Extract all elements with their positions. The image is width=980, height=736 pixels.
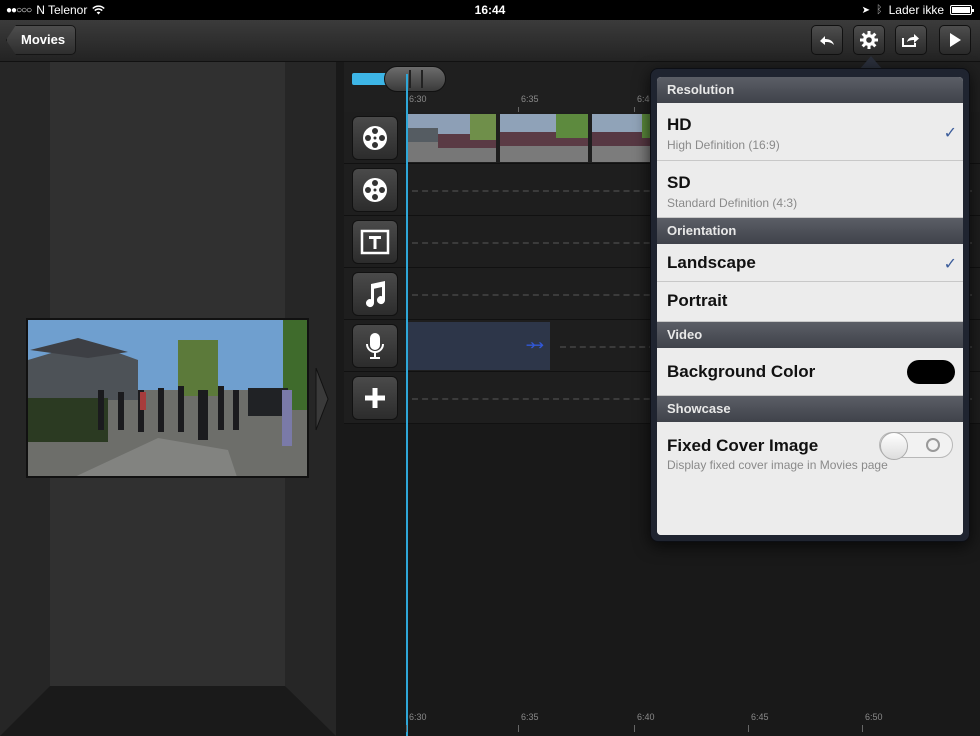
title-text-icon [360,229,390,255]
clip-thumbnail [408,114,496,162]
charging-status: Lader ikke [888,3,944,17]
option-hd[interactable]: HD High Definition (16:9) ✓ [657,103,963,161]
option-hd-title: HD [667,115,692,134]
ruler-label: 6:30 [409,712,427,722]
toolbar: Movies [0,20,980,62]
ruler-label: 6:40 [637,712,655,722]
settings-list: Resolution HD High Definition (16:9) ✓ S… [657,77,963,535]
plus-icon [365,388,385,408]
fixed-cover-subtitle: Display fixed cover image in Movies page [667,458,888,472]
background-color-swatch[interactable] [907,360,955,384]
title-track-button[interactable] [352,220,398,264]
clock: 16:44 [474,3,506,17]
settings-popover: Resolution HD High Definition (16:9) ✓ S… [650,68,970,542]
option-sd-subtitle: Standard Definition (4:3) [667,196,798,210]
location-arrow-icon: ➤ [861,4,871,16]
toggle-knob [880,432,908,460]
undo-icon [820,36,834,45]
video-preview[interactable] [26,318,309,478]
preview-frame-image [28,320,307,476]
share-icon [902,34,919,47]
film-reel-icon [363,126,387,150]
add-track-button[interactable] [352,376,398,420]
option-landscape-title: Landscape [667,253,756,272]
timeline-ruler-bottom: 6:30 6:35 6:40 6:45 6:50 [344,710,980,732]
option-portrait-title: Portrait [667,291,728,310]
scrubber-handle[interactable] [384,66,446,92]
stage-floor [0,686,336,736]
section-header-video: Video [657,322,963,348]
option-hd-subtitle: High Definition (16:9) [667,138,780,152]
ruler-label: 6:35 [521,94,539,104]
ruler-label: 6:50 [865,712,883,722]
clip-thumbnail [500,114,588,162]
checkmark-icon: ✓ [943,124,957,142]
toggle-off-icon [926,438,940,452]
film-reel-icon [363,178,387,202]
option-fixed-cover-image: Fixed Cover Image Display fixed cover im… [657,422,963,535]
checkmark-icon: ✓ [943,255,957,273]
ruler-tick: 6:35 [518,710,539,732]
voiceover-track-button[interactable] [352,324,398,368]
clip-trim-arrows-icon: ➔➔ [525,338,544,352]
gear-icon [860,31,878,49]
section-header-orientation: Orientation [657,218,963,244]
ruler-tick: 6:45 [748,710,769,732]
undo-button[interactable] [811,25,843,55]
music-note-icon [366,281,386,308]
ruler-label: 6:35 [521,712,539,722]
settings-button[interactable] [853,25,885,55]
option-background-color[interactable]: Background Color [657,348,963,396]
playhead[interactable] [406,74,408,736]
ruler-label: 6:45 [751,712,769,722]
share-button[interactable] [895,25,927,55]
option-landscape[interactable]: Landscape ✓ [657,244,963,282]
fixed-cover-toggle[interactable] [879,432,953,460]
microphone-icon [366,333,384,359]
ruler-tick: 6:50 [862,710,883,732]
option-sd[interactable]: SD Standard Definition (4:3) [657,161,963,218]
ruler-tick: 6:40 [634,710,655,732]
voiceover-clip[interactable]: ➔➔ [408,322,550,370]
video-track-button[interactable] [352,168,398,212]
option-sd-title: SD [667,173,691,192]
ruler-tick: 6:40 [634,92,655,114]
back-button[interactable]: Movies [6,25,77,55]
ruler-label: 6:30 [409,94,427,104]
music-track-button[interactable] [352,272,398,316]
battery-icon [950,5,974,15]
preview-forward-arrow-icon[interactable] [312,364,332,434]
section-header-resolution: Resolution [657,77,963,103]
section-header-showcase: Showcase [657,396,963,422]
bluetooth-icon: ᛒ [876,4,883,16]
status-bar: ●●○○○ N Telenor 16:44 ➤ ᛒ Lader ikke [0,0,980,20]
option-portrait[interactable]: Portrait [657,282,963,322]
play-button[interactable] [939,25,971,55]
ruler-tick: 6:35 [518,92,539,114]
ruler-tick: 6:30 [406,710,427,732]
video-track-button[interactable] [352,116,398,160]
app-root: ●●○○○ N Telenor 16:44 ➤ ᛒ Lader ikke Mov… [0,0,980,736]
play-icon [950,33,961,47]
status-right: ➤ ᛒ Lader ikke [861,3,974,17]
